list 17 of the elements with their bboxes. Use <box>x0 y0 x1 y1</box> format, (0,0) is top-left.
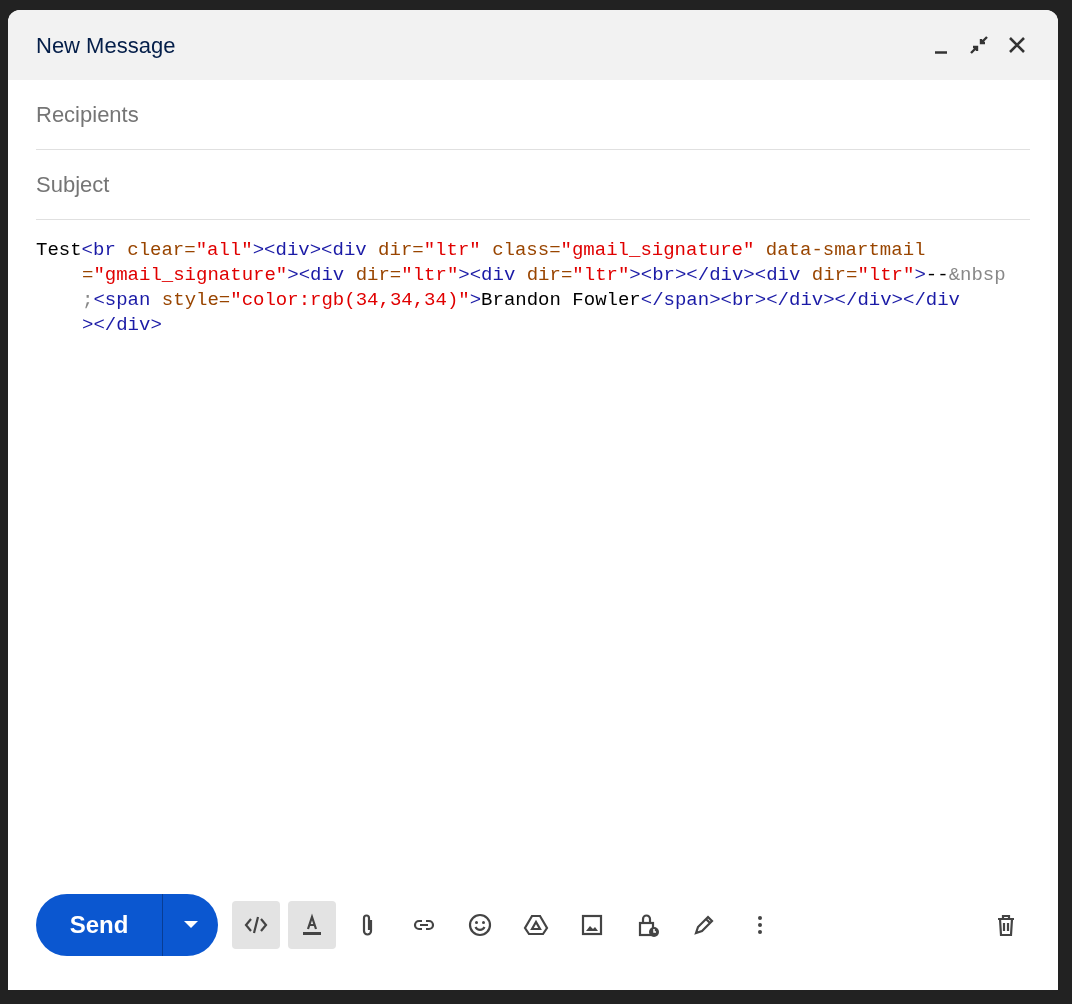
recipients-field[interactable]: Recipients <box>36 98 1030 131</box>
code-line: ="gmail_signature"><div dir="ltr"><div dir="ltr"><br></div><div dir="ltr">--&nbsp <box>81 263 1006 288</box>
toolbar-button[interactable] <box>288 901 336 949</box>
subject-field[interactable]: Subject <box>36 168 1030 201</box>
toolbar-button[interactable] <box>232 901 280 949</box>
emoji-icon <box>467 912 493 938</box>
exit-fullscreen-icon <box>968 34 990 56</box>
code-line: ></div> <box>81 313 162 338</box>
minimize-icon <box>935 50 947 54</box>
more-icon <box>758 916 762 934</box>
window-title: New Message <box>36 31 177 60</box>
code-line: Test<br clear="all"><div><div dir="ltr" class="gmail_signature" data-smartmail <box>36 238 926 263</box>
send-button[interactable]: Send <box>36 894 162 956</box>
code-line: ;<span style="color:rgb(34,34,34)">Brandon Fowler</span><br></div></div></div <box>81 288 960 313</box>
caret-icon <box>183 921 198 929</box>
image-icon <box>579 912 605 938</box>
triangle-icon <box>523 912 549 938</box>
